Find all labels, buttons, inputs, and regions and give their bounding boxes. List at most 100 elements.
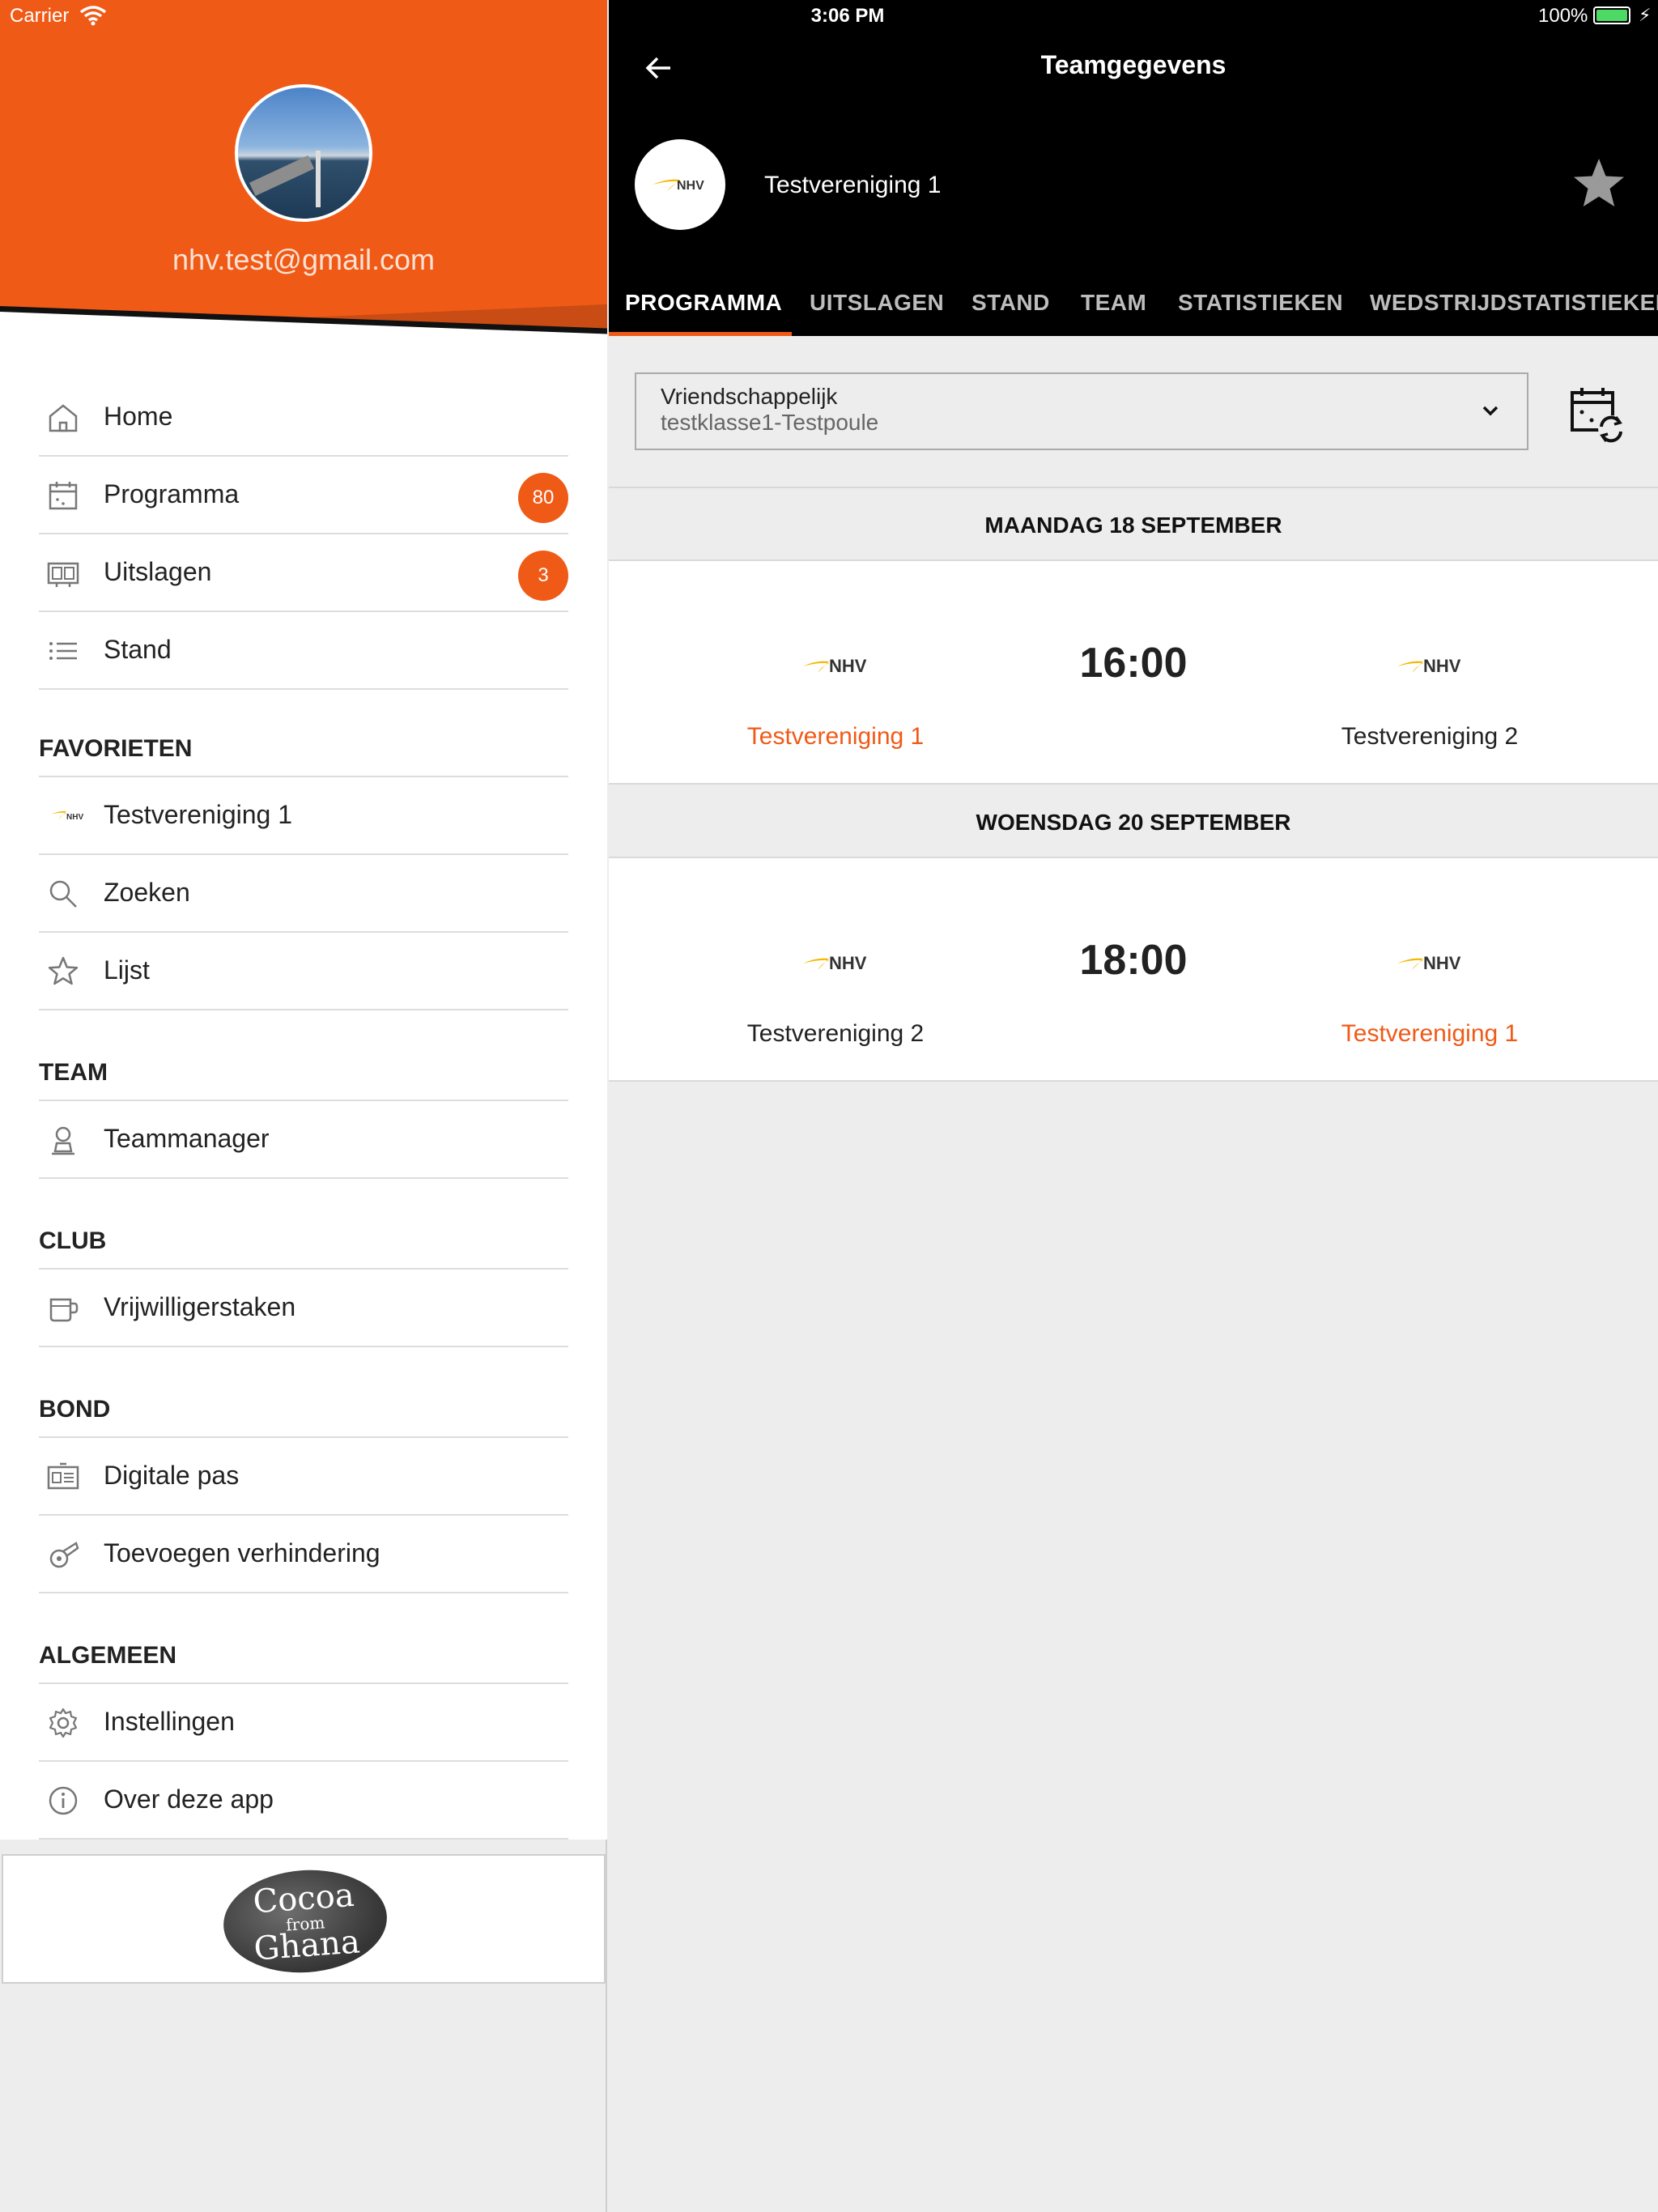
menu-label-over-deze-app: Over deze app bbox=[104, 1784, 274, 1814]
away-team-logo: NHV bbox=[1397, 953, 1461, 973]
id-card-icon bbox=[47, 1462, 79, 1490]
menu-label-digitale-pas: Digitale pas bbox=[104, 1461, 240, 1490]
programma-count-badge: 80 bbox=[518, 473, 568, 523]
svg-text:NHV: NHV bbox=[1423, 656, 1461, 676]
svg-text:NHV: NHV bbox=[829, 953, 867, 973]
menu-label-instellingen: Instellingen bbox=[104, 1707, 235, 1736]
calendar-sync-icon[interactable] bbox=[1569, 385, 1627, 443]
team-logo: NHV bbox=[635, 139, 725, 230]
menu-list: Home Programma 80 Uitslagen 3 Stand FAVO… bbox=[0, 364, 607, 1840]
menu-item-teammanager[interactable]: Teammanager bbox=[39, 1101, 568, 1179]
menu-label-lijst: Lijst bbox=[104, 955, 150, 985]
uitslagen-count-badge: 3 bbox=[518, 551, 568, 601]
section-bond: BOND bbox=[39, 1388, 568, 1438]
svg-text:NHV: NHV bbox=[677, 179, 704, 193]
home-team-logo: NHV bbox=[803, 953, 867, 973]
team-name: Testvereniging 1 bbox=[764, 172, 942, 198]
gear-icon bbox=[49, 1708, 78, 1738]
tab-programma[interactable]: PROGRAMMA bbox=[625, 290, 782, 316]
list-icon bbox=[49, 642, 77, 660]
tab-stand[interactable]: STAND bbox=[971, 290, 1050, 316]
person-icon bbox=[52, 1126, 74, 1155]
svg-text:NHV: NHV bbox=[1423, 953, 1461, 973]
cup-icon bbox=[49, 1298, 79, 1322]
favorite-star-icon[interactable] bbox=[1571, 155, 1627, 212]
sponsor-banner[interactable]: Cocoa from Ghana bbox=[2, 1854, 606, 1984]
avatar[interactable] bbox=[235, 84, 372, 222]
away-team-name: Testvereniging 1 bbox=[1341, 1020, 1519, 1047]
svg-text:NHV: NHV bbox=[829, 656, 867, 676]
match-time: 16:00 bbox=[1079, 640, 1188, 687]
home-team-logo: NHV bbox=[803, 656, 867, 676]
calendar-icon bbox=[49, 482, 78, 510]
menu-item-favorite-team[interactable]: NHV Testvereniging 1 bbox=[39, 777, 568, 855]
info-icon bbox=[49, 1786, 78, 1815]
menu-item-vrijwilligerstaken[interactable]: Vrijwilligerstaken bbox=[39, 1270, 568, 1347]
svg-text:NHV: NHV bbox=[66, 813, 83, 822]
menu-item-instellingen[interactable]: Instellingen bbox=[39, 1684, 568, 1762]
search-icon bbox=[49, 880, 77, 908]
menu-item-zoeken[interactable]: Zoeken bbox=[39, 855, 568, 933]
team-details-panel: 3:06 PM 100% ⚡ Teamgegevens NHV Testvere… bbox=[609, 0, 1658, 2212]
charging-icon: ⚡ bbox=[1639, 5, 1652, 25]
tab-team[interactable]: TEAM bbox=[1081, 290, 1146, 316]
menu-item-digitale-pas[interactable]: Digitale pas bbox=[39, 1438, 568, 1516]
menu-label-stand: Stand bbox=[104, 635, 172, 664]
menu-label-vrijwilligerstaken: Vrijwilligerstaken bbox=[104, 1292, 296, 1321]
side-menu: Carrier nhv.test@gmail.com Home Programm… bbox=[0, 0, 607, 2212]
match-time: 18:00 bbox=[1079, 937, 1188, 984]
match-card[interactable]: NHV 16:00 NHV Testvereniging 1 Testveren… bbox=[609, 561, 1658, 785]
tab-bar: PROGRAMMA UITSLAGEN STAND TEAM STATISTIE… bbox=[609, 283, 1658, 336]
avatar-pier bbox=[249, 155, 315, 197]
chevron-down-icon bbox=[1482, 406, 1499, 416]
match-card[interactable]: NHV 18:00 NHV Testvereniging 2 Testveren… bbox=[609, 858, 1658, 1082]
day-header: WOENSDAG 20 SEPTEMBER bbox=[609, 785, 1658, 858]
profile-header: Carrier nhv.test@gmail.com bbox=[0, 0, 607, 364]
section-club: CLUB bbox=[39, 1219, 568, 1270]
menu-item-uitslagen[interactable]: Uitslagen 3 bbox=[39, 534, 568, 612]
star-outline-icon bbox=[48, 956, 79, 985]
menu-item-stand[interactable]: Stand bbox=[39, 612, 568, 690]
tab-wedstrijdstatistieken[interactable]: WEDSTRIJDSTATISTIEKEN bbox=[1370, 290, 1658, 316]
nhv-logo-icon: NHV bbox=[50, 810, 83, 822]
section-favorieten: FAVORIETEN bbox=[39, 727, 568, 777]
menu-label-programma: Programma bbox=[104, 479, 240, 508]
menu-label-toevoegen-verhindering: Toevoegen verhindering bbox=[104, 1538, 380, 1568]
home-team-name: Testvereniging 1 bbox=[746, 723, 925, 750]
away-team-name: Testvereniging 2 bbox=[1341, 723, 1519, 750]
menu-item-programma[interactable]: Programma 80 bbox=[39, 457, 568, 534]
tab-uitslagen[interactable]: UITSLAGEN bbox=[810, 290, 944, 316]
menu-label-uitslagen: Uitslagen bbox=[104, 557, 212, 586]
away-team-logo: NHV bbox=[1397, 656, 1461, 676]
filter-bar: Vriendschappelijk testklasse1-Testpoule bbox=[609, 336, 1658, 488]
cocoa-from-ghana-logo: Cocoa from Ghana bbox=[219, 1865, 391, 1978]
poule-name: testklasse1-Testpoule bbox=[661, 410, 879, 435]
home-team-name: Testvereniging 2 bbox=[746, 1020, 925, 1047]
page-title: Teamgegevens bbox=[1040, 50, 1226, 79]
whistle-icon bbox=[49, 1542, 79, 1568]
competition-name: Vriendschappelijk bbox=[661, 384, 838, 409]
menu-item-toevoegen-verhindering[interactable]: Toevoegen verhindering bbox=[39, 1516, 568, 1593]
day-header: MAANDAG 18 SEPTEMBER bbox=[609, 488, 1658, 561]
menu-item-lijst[interactable]: Lijst bbox=[39, 933, 568, 1010]
section-team: TEAM bbox=[39, 1051, 568, 1101]
wifi-icon bbox=[79, 6, 107, 26]
section-algemeen: ALGEMEEN bbox=[39, 1634, 568, 1684]
scoreboard-icon bbox=[47, 562, 79, 587]
home-icon bbox=[49, 404, 78, 432]
tab-statistieken[interactable]: STATISTIEKEN bbox=[1178, 290, 1343, 316]
nhv-logo-icon: NHV bbox=[653, 179, 704, 193]
battery-percent: 100% bbox=[1538, 5, 1588, 27]
avatar-post bbox=[316, 151, 321, 207]
user-email: nhv.test@gmail.com bbox=[172, 243, 435, 276]
menu-label-home: Home bbox=[104, 402, 173, 431]
carrier-label: Carrier bbox=[10, 5, 70, 27]
team-header: 3:06 PM 100% ⚡ Teamgegevens NHV Testvere… bbox=[609, 0, 1658, 336]
competition-select[interactable]: Vriendschappelijk testklasse1-Testpoule bbox=[635, 372, 1528, 450]
menu-item-over-deze-app[interactable]: Over deze app bbox=[39, 1762, 568, 1840]
menu-label-favorite-team: Testvereniging 1 bbox=[104, 800, 293, 829]
menu-label-zoeken: Zoeken bbox=[104, 878, 190, 907]
status-time: 3:06 PM bbox=[810, 5, 885, 27]
menu-item-home[interactable]: Home bbox=[39, 379, 568, 457]
menu-label-teammanager: Teammanager bbox=[104, 1124, 270, 1153]
